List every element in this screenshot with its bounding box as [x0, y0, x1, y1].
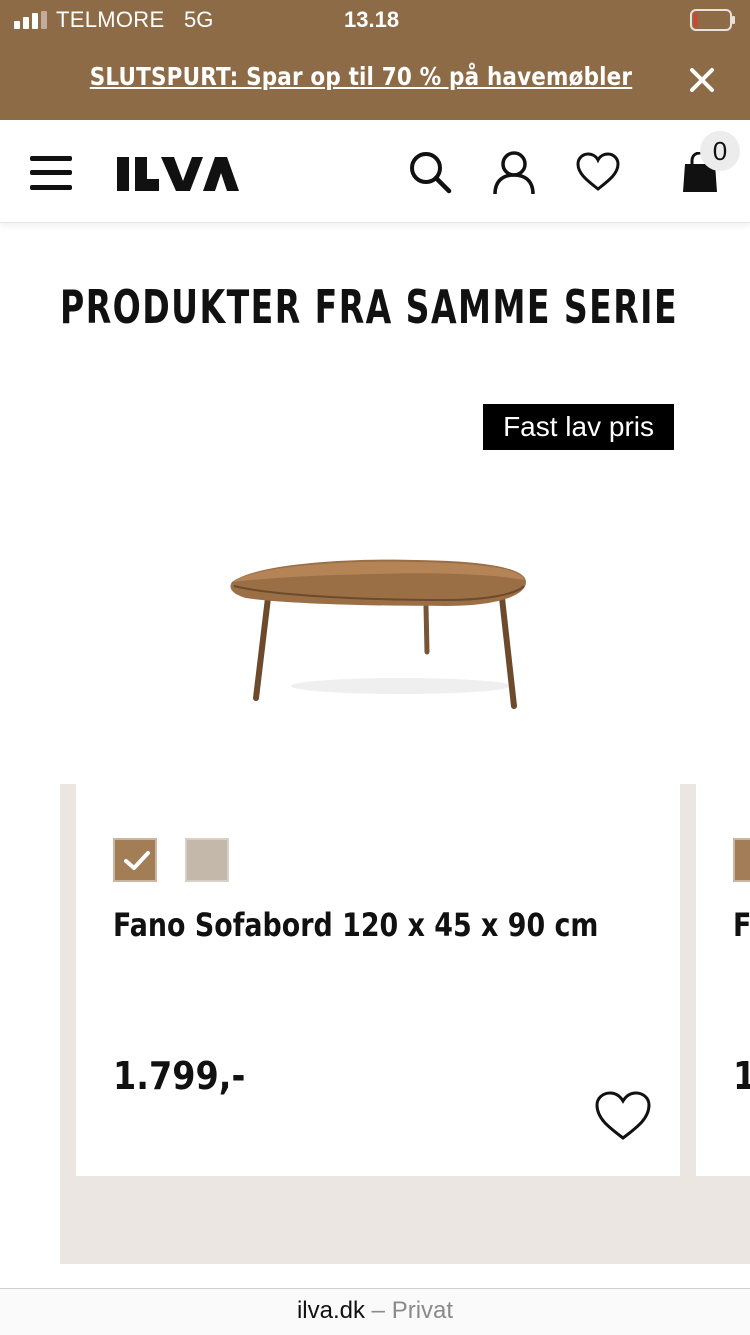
search-icon[interactable]: [408, 150, 452, 194]
heart-icon[interactable]: [594, 1090, 652, 1142]
close-icon[interactable]: [688, 66, 716, 94]
clock: 13.18: [344, 7, 400, 32]
product-name[interactable]: Fano Sofabord 120 x 45 x 90 cm: [113, 906, 667, 944]
battery-icon: [690, 9, 735, 31]
status-bar: TELMORE 5G 13.18: [0, 0, 750, 40]
account-icon[interactable]: [492, 150, 536, 196]
cart-count-badge: 0: [700, 131, 740, 171]
section-title: PRODUKTER FRA SAMME SERIE: [60, 280, 679, 334]
carrier-name: TELMORE: [56, 7, 165, 32]
url-domain: ilva.dk: [296, 1297, 365, 1324]
signal-strength-icon: [14, 11, 47, 29]
color-swatch[interactable]: [185, 838, 229, 882]
browsing-mode: Privat: [391, 1297, 454, 1324]
product-price: 1.799,-: [113, 1054, 246, 1098]
product-image[interactable]: [226, 548, 536, 718]
promo-banner: SLUTSPURT: Spar op til 70 % på havemøble…: [0, 40, 750, 120]
url-separator: –: [371, 1297, 386, 1324]
browser-url-bar[interactable]: ilva.dk – Privat: [0, 1288, 750, 1335]
promo-link[interactable]: SLUTSPURT: Spar op til 70 % på havemøble…: [51, 62, 672, 91]
site-header: 0: [0, 120, 750, 223]
color-swatch-selected[interactable]: [733, 838, 750, 882]
menu-icon[interactable]: [30, 156, 72, 190]
product-price: 1: [733, 1054, 750, 1098]
color-swatch-selected[interactable]: [113, 838, 157, 882]
product-card[interactable]: Fast lav pris Fano Sofabord 120 x 45 x 9…: [76, 398, 680, 1176]
network-type: 5G: [184, 7, 214, 32]
product-card-next[interactable]: F 1: [696, 398, 750, 1176]
heart-icon[interactable]: [576, 152, 620, 192]
product-name[interactable]: F: [733, 906, 750, 944]
ilva-logo[interactable]: [117, 156, 239, 192]
checkmark-icon: [124, 851, 150, 870]
price-badge: Fast lav pris: [483, 404, 674, 450]
